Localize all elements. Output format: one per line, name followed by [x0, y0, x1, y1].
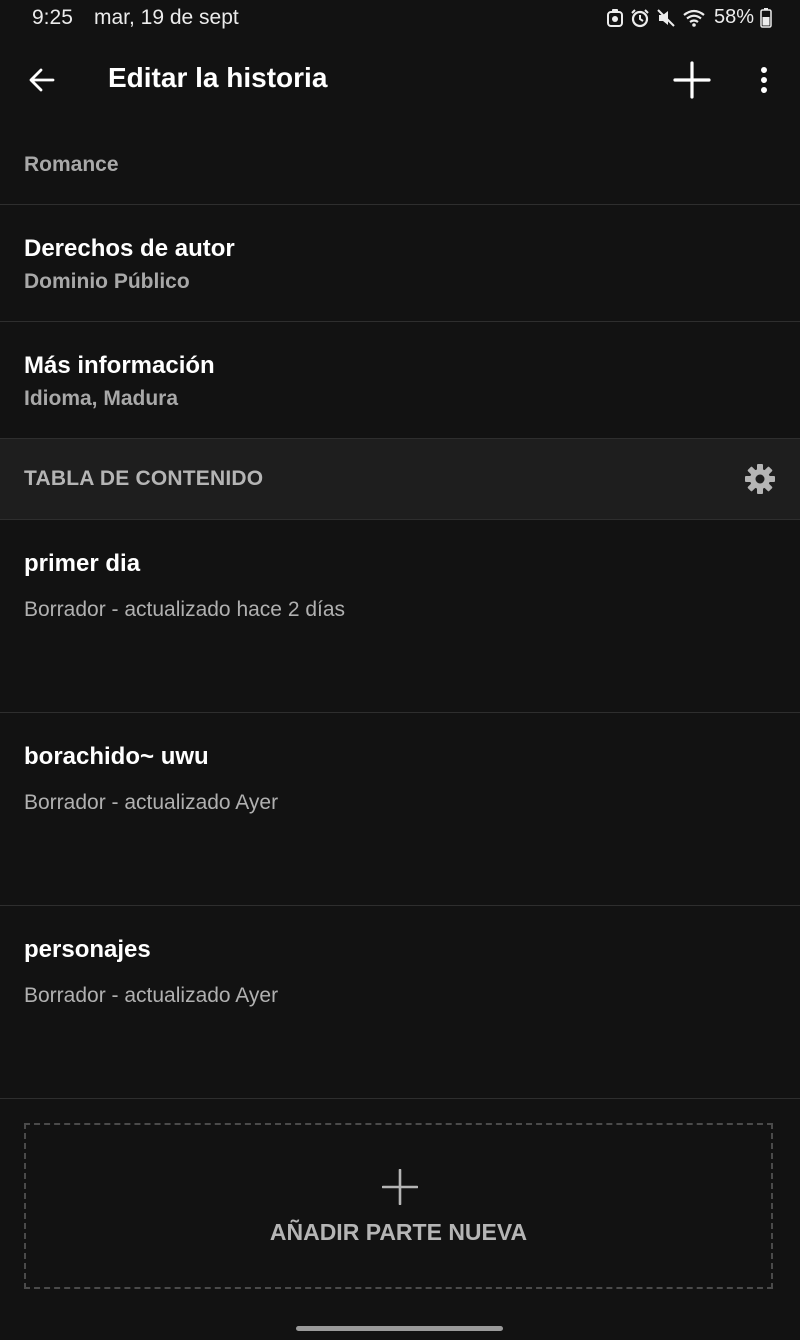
copyright-row[interactable]: Derechos de autor Dominio Público — [0, 205, 800, 322]
notification-icon — [606, 8, 624, 28]
toc-header-label: TABLA DE CONTENIDO — [24, 467, 264, 490]
more-vertical-icon — [761, 67, 767, 93]
add-new-part-button[interactable]: AÑADIR PARTE NUEVA — [24, 1123, 773, 1289]
genre-row[interactable]: Romance — [0, 118, 800, 205]
status-date: mar, 19 de sept — [94, 6, 239, 29]
toc-part-row[interactable]: primer dia Borrador - actualizado hace 2… — [0, 520, 800, 713]
part-title: personajes — [24, 936, 151, 963]
status-time: 9:25 — [32, 6, 73, 29]
more-info-title: Más información — [24, 352, 215, 379]
back-button[interactable] — [18, 56, 66, 104]
genre-value: Romance — [24, 153, 119, 176]
part-status: Borrador - actualizado Ayer — [24, 791, 279, 814]
add-button[interactable] — [668, 56, 716, 104]
more-info-row[interactable]: Más información Idioma, Madura — [0, 322, 800, 439]
battery-icon — [760, 7, 772, 28]
toc-header: TABLA DE CONTENIDO — [0, 439, 800, 520]
more-options-button[interactable] — [740, 56, 788, 104]
copyright-value: Dominio Público — [24, 270, 190, 293]
plus-icon — [673, 61, 711, 99]
status-icons: 58% — [606, 6, 772, 29]
arrow-back-icon — [29, 68, 55, 92]
app-bar: Editar la historia — [0, 40, 800, 118]
part-status: Borrador - actualizado Ayer — [24, 984, 279, 1007]
battery-percent: 58% — [713, 6, 754, 28]
home-indicator[interactable] — [296, 1326, 503, 1331]
part-title: borachido~ uwu — [24, 743, 209, 770]
toc-part-row[interactable]: personajes Borrador - actualizado Ayer — [0, 906, 800, 1099]
part-title: primer dia — [24, 550, 141, 577]
page-title: Editar la historia — [108, 62, 328, 93]
status-bar: 9:25 mar, 19 de sept 58% — [0, 0, 800, 38]
wifi-icon — [682, 8, 706, 28]
toc-settings-button[interactable] — [738, 457, 782, 501]
alarm-icon — [630, 8, 650, 28]
more-info-value: Idioma, Madura — [24, 387, 179, 410]
plus-icon — [382, 1169, 418, 1205]
copyright-title: Derechos de autor — [24, 235, 235, 262]
gear-icon — [745, 464, 775, 494]
mute-icon — [656, 8, 676, 28]
toc-part-row[interactable]: borachido~ uwu Borrador - actualizado Ay… — [0, 713, 800, 906]
part-status: Borrador - actualizado hace 2 días — [24, 598, 346, 621]
add-new-part-label: AÑADIR PARTE NUEVA — [269, 1219, 528, 1245]
